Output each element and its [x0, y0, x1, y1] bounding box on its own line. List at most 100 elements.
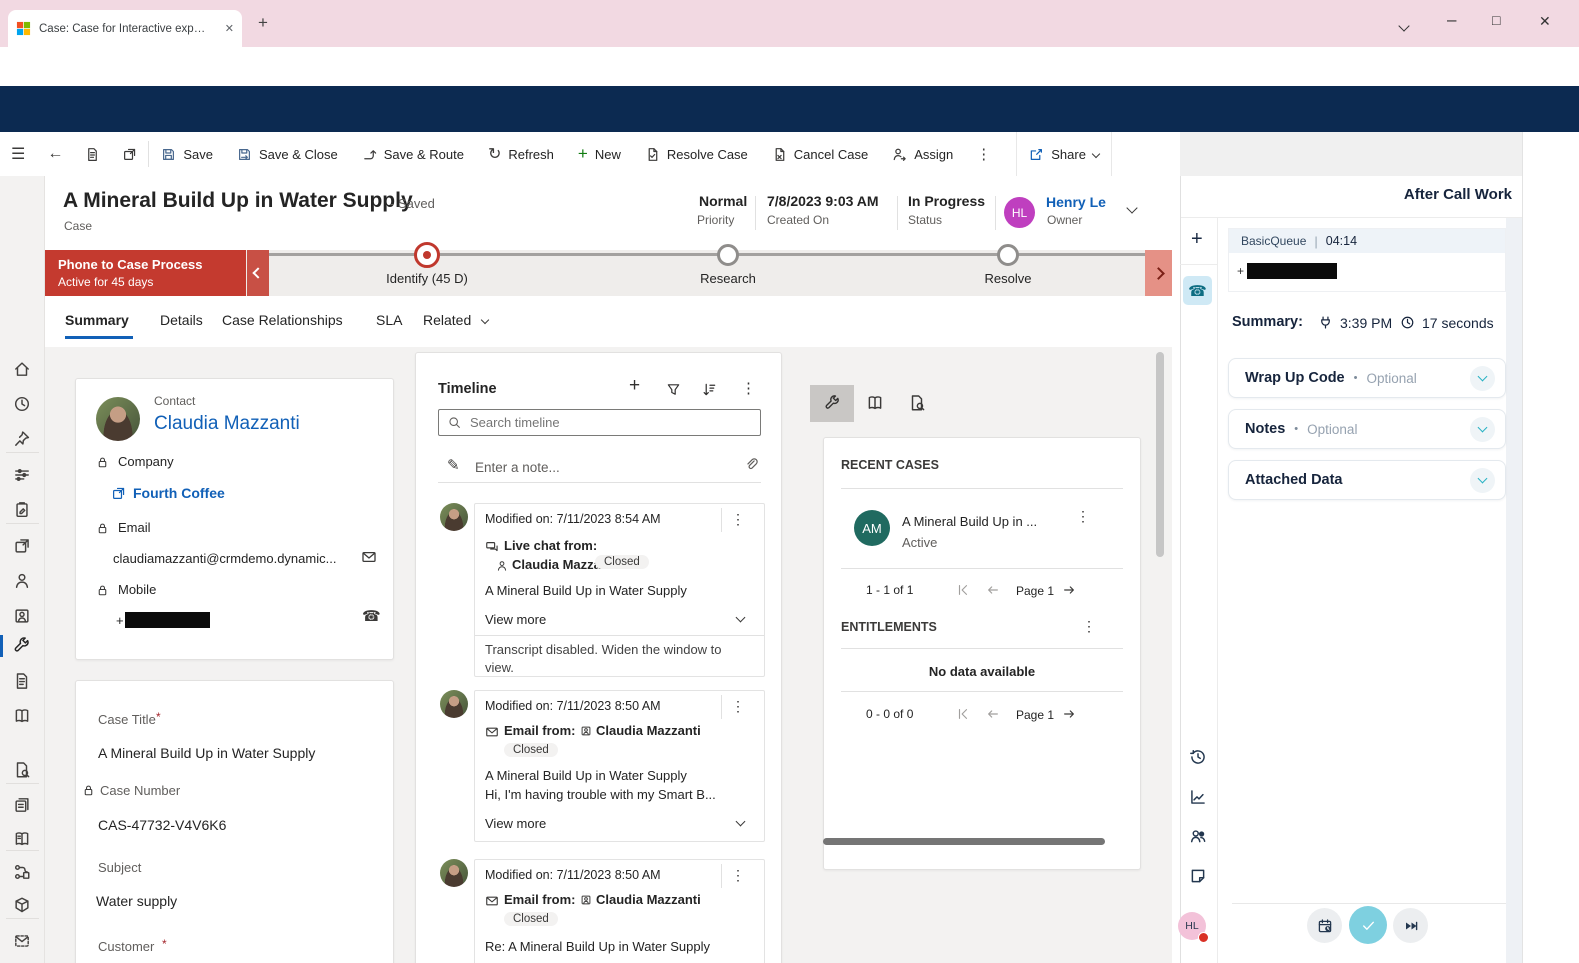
recent-clock-icon[interactable]	[13, 395, 31, 413]
new-tab-button[interactable]: +	[258, 13, 268, 33]
search-knowledge-tab-icon[interactable]	[908, 394, 926, 412]
entitlements-more-icon[interactable]: ⋮	[1082, 618, 1096, 635]
more-commands-icon[interactable]: ⋮	[965, 132, 1002, 176]
first-page-icon[interactable]	[956, 583, 970, 597]
attached-data-accordion[interactable]: Attached Data	[1228, 460, 1506, 500]
email-value[interactable]: claudiamazzanti@crmdemo.dynamic...	[113, 551, 336, 566]
email-engagement-icon[interactable]	[13, 932, 31, 950]
knowledge-base-icon[interactable]	[13, 830, 31, 848]
bpf-stage-research-label[interactable]: Research	[668, 271, 788, 286]
save-route-button[interactable]: Save & Route	[350, 132, 476, 176]
tab-details[interactable]: Details	[160, 312, 203, 328]
contact-name-link[interactable]: Claudia Mazzanti	[154, 413, 300, 435]
bpf-stage-resolve-marker[interactable]	[997, 244, 1019, 266]
entry-subject[interactable]: Re: A Mineral Build Up in Water Supply	[485, 939, 710, 954]
complete-acw-button[interactable]	[1349, 906, 1387, 944]
connections-icon[interactable]	[13, 863, 31, 881]
recent-case-more-icon[interactable]: ⋮	[1076, 508, 1090, 525]
email-templates-icon[interactable]	[13, 796, 31, 814]
knowledge-tab-icon[interactable]	[866, 394, 884, 412]
dashboards-icon[interactable]	[13, 466, 31, 484]
social-profiles-icon[interactable]	[13, 607, 31, 625]
owner-avatar[interactable]: HL	[1004, 197, 1035, 228]
window-close-button[interactable]: ✕	[1539, 13, 1551, 30]
history-icon[interactable]	[1189, 748, 1207, 766]
resolve-case-button[interactable]: Resolve Case	[633, 132, 760, 176]
timeline-entry-email-1[interactable]: Modified on: 7/11/2023 8:50 AM ⋮ Email f…	[474, 690, 765, 842]
recent-case-title[interactable]: A Mineral Build Up in ...	[902, 514, 1037, 529]
company-value-link[interactable]: Fourth Coffee	[133, 485, 225, 501]
tab-close-icon[interactable]: ✕	[225, 22, 234, 35]
timeline-search-box[interactable]	[438, 409, 761, 436]
entry-more-icon[interactable]: ⋮	[731, 511, 745, 528]
cancel-case-button[interactable]: Cancel Case	[760, 132, 880, 176]
bpf-stage-research-marker[interactable]	[717, 244, 739, 266]
schedule-followup-button[interactable]	[1307, 908, 1342, 943]
tab-summary[interactable]: Summary	[65, 312, 129, 328]
entry-subject[interactable]: A Mineral Build Up in Water Supply	[485, 768, 687, 783]
enter-note-field[interactable]: Enter a note...	[475, 460, 560, 475]
window-minimize-button[interactable]: –	[1447, 10, 1456, 30]
notes-accordion[interactable]: Notes • Optional	[1228, 409, 1506, 449]
save-button[interactable]: Save	[149, 132, 225, 176]
timeline-expand-icon[interactable]	[702, 382, 717, 397]
bpf-stage-identify-marker[interactable]	[414, 242, 440, 268]
back-nav-icon[interactable]: ←	[36, 132, 74, 176]
entry-more-icon[interactable]: ⋮	[731, 867, 745, 884]
view-more-link[interactable]: View more	[485, 816, 546, 831]
share-button[interactable]: Share	[1016, 132, 1112, 176]
popout-record-icon[interactable]	[111, 132, 148, 176]
next-page-icon[interactable]	[1062, 707, 1076, 721]
new-button[interactable]: + New	[566, 132, 633, 176]
sitemap-menu-icon[interactable]: ☰	[0, 132, 36, 176]
skip-acw-button[interactable]	[1393, 908, 1428, 943]
form-selector-icon[interactable]	[74, 132, 111, 176]
products-icon[interactable]	[13, 896, 31, 914]
tab-related-cases-tool[interactable]	[810, 385, 854, 422]
cases-icon[interactable]	[13, 637, 31, 655]
entry-person[interactable]: Claudia Mazzanti	[596, 723, 701, 738]
refresh-button[interactable]: ↻ Refresh	[476, 132, 566, 176]
entry-subject[interactable]: A Mineral Build Up in Water Supply	[485, 583, 687, 598]
bpf-prev-stage-button[interactable]	[247, 250, 269, 296]
case-title-value[interactable]: A Mineral Build Up in Water Supply	[98, 745, 315, 761]
timeline-more-icon[interactable]: ⋮	[741, 379, 756, 397]
window-maximize-button[interactable]: □	[1492, 12, 1500, 28]
chevron-down-icon[interactable]	[1470, 417, 1495, 442]
search-timeline-input[interactable]	[468, 414, 760, 431]
tab-related[interactable]: Related	[423, 312, 471, 328]
entry-person[interactable]: Claudia Mazzanti	[596, 892, 701, 907]
previous-page-icon[interactable]	[986, 707, 1000, 721]
view-more-chevron-icon[interactable]	[736, 817, 746, 827]
add-session-icon[interactable]: +	[1191, 228, 1203, 251]
save-close-button[interactable]: Save & Close	[225, 132, 350, 176]
record-scrollbar[interactable]	[1156, 352, 1164, 557]
attach-file-icon[interactable]	[744, 457, 759, 472]
first-page-icon[interactable]	[956, 707, 970, 721]
browser-tab[interactable]: Case: Case for Interactive experie ✕	[8, 10, 242, 47]
entry-more-icon[interactable]: ⋮	[731, 698, 745, 715]
timeline-entry-livechat[interactable]: Modified on: 7/11/2023 8:54 AM ⋮ Live ch…	[474, 503, 765, 677]
notes-panel-icon[interactable]	[1189, 867, 1207, 885]
bpf-stage-resolve-label[interactable]: Resolve	[948, 271, 1068, 286]
queues-icon[interactable]	[13, 672, 31, 690]
owner-name-link[interactable]: Henry Le	[1046, 194, 1106, 210]
tab-sla[interactable]: SLA	[376, 312, 402, 328]
horizontal-scrollbar[interactable]	[823, 838, 1105, 845]
knowledge-search-icon[interactable]	[13, 761, 31, 779]
timeline-filter-icon[interactable]	[666, 382, 681, 397]
window-dropdown-icon[interactable]	[1400, 18, 1408, 33]
active-call-session-tab[interactable]: ☎	[1183, 276, 1212, 305]
chevron-down-icon[interactable]	[1470, 366, 1495, 391]
assign-button[interactable]: Assign	[880, 132, 965, 176]
chevron-down-icon[interactable]	[1470, 468, 1495, 493]
call-phone-icon[interactable]: ☎	[362, 607, 381, 625]
knowledge-articles-icon[interactable]	[13, 707, 31, 725]
subject-value[interactable]: Water supply	[96, 893, 177, 909]
bpf-next-stage-button[interactable]	[1145, 250, 1172, 296]
timeline-add-icon[interactable]: +	[629, 375, 640, 397]
contacts-directory-icon[interactable]	[1189, 827, 1207, 845]
view-more-chevron-icon[interactable]	[736, 613, 746, 623]
view-more-link[interactable]: View more	[485, 612, 546, 627]
bpf-stage-identify-label[interactable]: Identify (45 D)	[352, 271, 502, 286]
